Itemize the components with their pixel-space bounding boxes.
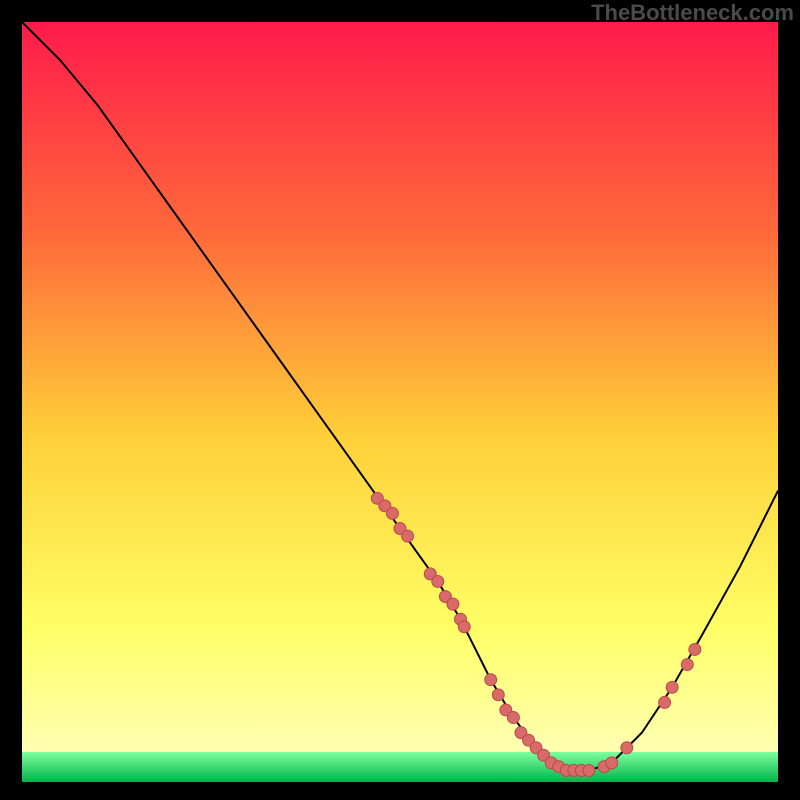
data-marker <box>666 681 678 693</box>
data-markers-group <box>371 492 700 776</box>
data-marker <box>681 659 693 671</box>
data-marker <box>432 575 444 587</box>
chart-svg <box>22 22 778 778</box>
chart-stage: TheBottleneck.com <box>0 0 800 800</box>
data-marker <box>507 712 519 724</box>
data-marker <box>485 674 497 686</box>
data-marker <box>402 530 414 542</box>
data-marker <box>621 742 633 754</box>
data-marker <box>492 689 504 701</box>
bottleneck-curve <box>22 22 778 770</box>
data-marker <box>689 644 701 656</box>
data-marker <box>583 764 595 776</box>
plot-area <box>20 20 780 780</box>
data-marker <box>386 507 398 519</box>
data-marker <box>447 598 459 610</box>
data-marker <box>659 696 671 708</box>
data-marker <box>458 621 470 633</box>
data-marker <box>606 757 618 769</box>
